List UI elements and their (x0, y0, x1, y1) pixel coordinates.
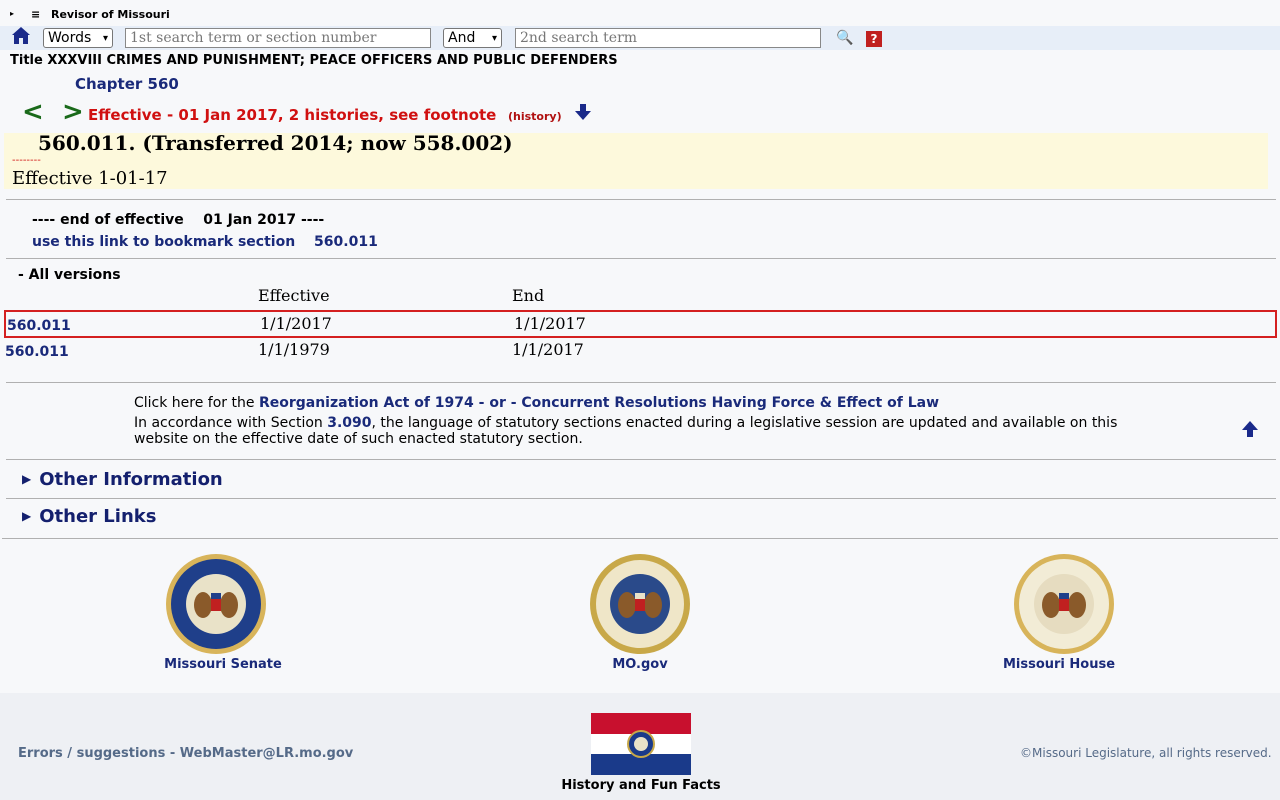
senate-seal-icon[interactable] (165, 553, 267, 655)
first-search-input[interactable]: 1st search term or section number (125, 28, 431, 48)
other-links-toggle[interactable]: ▶ Other Links (22, 506, 156, 527)
divider (6, 199, 1276, 200)
version-row: 560.011 1/1/1979 1/1/2017 (4, 338, 1277, 366)
second-search-input[interactable]: 2nd search term (515, 28, 821, 48)
reorganization-notice: Click here for the Reorganization Act of… (134, 395, 939, 411)
end-of-effective: ---- end of effective 01 Jan 2017 ---- (32, 212, 325, 228)
divider (6, 459, 1276, 460)
other-information-label: Other Information (39, 469, 223, 490)
click-prefix: Click here for the (134, 395, 259, 411)
title-heading: Title XXXVIII CRIMES AND PUNISHMENT; PEA… (10, 53, 618, 68)
operator-value: And (448, 30, 476, 46)
chevron-down-icon: ▾ (102, 32, 108, 44)
divider (6, 498, 1276, 499)
bookmark-section: 560.011 (314, 234, 378, 250)
history-link[interactable]: (history) (508, 110, 562, 123)
expand-triangle-icon: ▶ (22, 472, 32, 486)
version-effective: 1/1/1979 (258, 340, 330, 359)
divider (6, 258, 1276, 259)
divider (6, 382, 1276, 383)
other-information-toggle[interactable]: ▶ Other Information (22, 469, 223, 490)
version-effective: 1/1/2017 (260, 314, 332, 333)
version-end: 1/1/2017 (512, 340, 584, 359)
search-bar: Words ▾ 1st search term or section numbe… (0, 26, 1280, 50)
version-end: 1/1/2017 (514, 314, 586, 333)
home-icon[interactable] (11, 26, 31, 46)
arrow-down-icon[interactable] (574, 103, 592, 121)
site-title: Revisor of Missouri (51, 8, 170, 21)
state-seal-icon[interactable] (589, 553, 691, 655)
divider (2, 538, 1278, 539)
menu-icon[interactable]: ≡ (31, 8, 40, 21)
help-icon[interactable]: ? (866, 31, 882, 47)
col-header-end: End (512, 286, 545, 305)
mo-gov-link[interactable]: MO.gov (540, 657, 740, 672)
missouri-flag-icon[interactable] (591, 713, 691, 775)
section-3090-link[interactable]: 3.090 (327, 415, 371, 431)
bookmark-link[interactable]: use this link to bookmark section 560.01… (32, 234, 378, 250)
search-mode-value: Words (48, 30, 92, 46)
section-dashes: -------- (12, 155, 41, 166)
copyright-text: ©Missouri Legislature, all rights reserv… (1020, 746, 1272, 760)
reorganization-act-link[interactable]: Reorganization Act of 1974 - or - Concur… (259, 395, 939, 411)
chevron-down-icon: ▾ (491, 32, 497, 44)
top-bar: ▸ ≡ Revisor of Missouri (0, 8, 300, 24)
search-mode-select[interactable]: Words ▾ (43, 28, 113, 48)
errors-suggestions-link[interactable]: Errors / suggestions - WebMaster@LR.mo.g… (18, 746, 353, 761)
other-links-label: Other Links (39, 506, 157, 527)
all-versions-heading[interactable]: - All versions (18, 267, 121, 283)
chapter-link[interactable]: Chapter 560 (75, 75, 179, 93)
col-header-effective: Effective (258, 286, 330, 305)
section-title: 560.011. (Transferred 2014; now 558.002) (38, 131, 513, 155)
missouri-senate-link[interactable]: Missouri Senate (123, 657, 323, 672)
operator-select[interactable]: And ▾ (443, 28, 502, 48)
history-fun-facts-link[interactable]: History and Fun Facts (540, 778, 742, 793)
version-row: 560.011 1/1/2017 1/1/2017 (4, 310, 1277, 338)
search-icon[interactable]: 🔍 (836, 30, 853, 46)
arrow-up-icon[interactable] (1241, 420, 1259, 438)
accordance-notice: In accordance with Section 3.090, the la… (134, 415, 1134, 447)
house-seal-icon[interactable] (1013, 553, 1115, 655)
missouri-house-link[interactable]: Missouri House (959, 657, 1159, 672)
section-effective-date: Effective 1-01-17 (12, 168, 168, 189)
accord-prefix: In accordance with Section (134, 415, 328, 431)
previous-section-button[interactable]: < (22, 97, 44, 127)
version-section-link[interactable]: 560.011 (5, 344, 69, 360)
version-section-link[interactable]: 560.011 (7, 318, 71, 334)
bookmark-label: use this link to bookmark section (32, 234, 296, 250)
expand-triangle-icon: ▶ (22, 509, 32, 523)
effective-notice[interactable]: Effective - 01 Jan 2017, 2 histories, se… (88, 106, 496, 124)
next-section-button[interactable]: > (62, 97, 84, 127)
expand-triangle-icon[interactable]: ▸ (10, 9, 14, 18)
